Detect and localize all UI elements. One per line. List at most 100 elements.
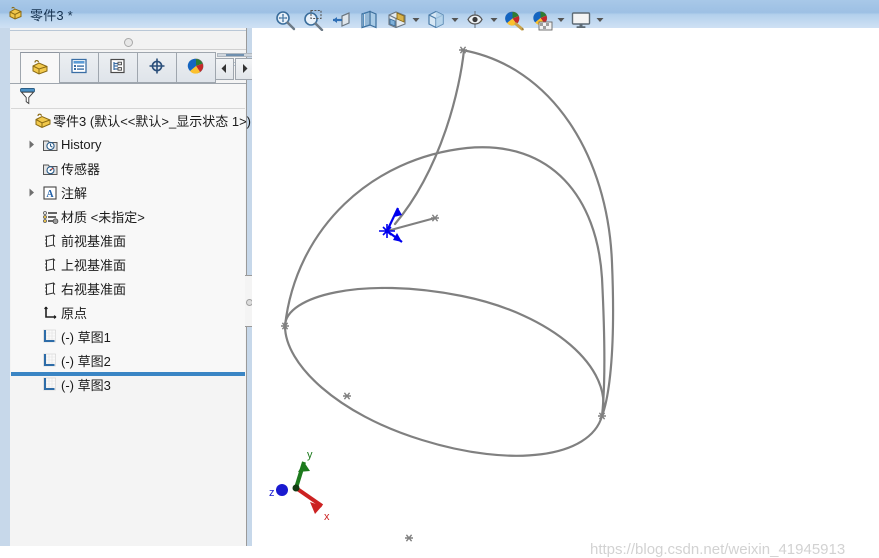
model-origin-marker — [379, 207, 403, 243]
tree-filter-row[interactable] — [11, 84, 245, 109]
tree-item-annotations[interactable]: A 注解 — [11, 181, 257, 204]
tree-item-label: 前视基准面 — [61, 234, 127, 249]
chevron-right-icon — [241, 63, 248, 75]
splitter-handle[interactable] — [124, 38, 133, 47]
view-orientation-icon — [384, 7, 410, 33]
property-list-icon — [70, 58, 88, 77]
chevron-down-icon[interactable] — [449, 7, 460, 33]
previous-view-icon — [328, 7, 354, 33]
sketch-icon — [39, 373, 61, 396]
svg-text:A: A — [46, 189, 54, 200]
tree-item-label: 右视基准面 — [61, 282, 127, 297]
tree-expander — [23, 373, 39, 396]
tree-item-label: 传感器 — [61, 162, 101, 177]
triad-z-label: z — [269, 487, 275, 499]
model-wireframe — [281, 46, 615, 542]
triad-x-label: x — [324, 511, 330, 523]
watermark-text: https://blog.csdn.net/weixin_41945913 — [590, 541, 846, 558]
tab-scroll-indicator — [217, 53, 253, 57]
tree-item-sketch-1[interactable]: (-) 草图1 — [11, 325, 257, 348]
edit-appearance-button[interactable] — [501, 7, 527, 33]
apply-scene-icon — [529, 7, 555, 33]
apply-scene-button[interactable] — [529, 7, 566, 33]
annotations-icon: A — [39, 181, 61, 204]
tree-item-label: (-) 草图3 — [61, 378, 111, 393]
tree-item-label: 原点 — [61, 306, 88, 321]
chevron-down-icon[interactable] — [594, 7, 605, 33]
view-settings-button[interactable] — [568, 7, 605, 33]
sketch-icon — [39, 325, 61, 348]
solidworks-window: 零件3 * 零件3 (默认<<默认>_显示状态 1>) History 传感器 … — [0, 0, 879, 558]
rollback-bar[interactable] — [11, 372, 245, 376]
property-manager-tab[interactable] — [59, 52, 99, 83]
edit-appearance-icon — [501, 7, 527, 33]
manager-tab-strip — [10, 52, 254, 84]
tree-item-label: 材质 <未指定> — [61, 210, 145, 225]
sketch-icon — [39, 349, 61, 372]
tree-item-label: (-) 草图1 — [61, 330, 111, 345]
history-folder-icon — [39, 133, 61, 156]
tree-item-front-plane[interactable]: 前视基准面 — [11, 229, 257, 252]
configuration-manager-tab[interactable] — [98, 52, 138, 83]
tree-item-label: 上视基准面 — [61, 258, 127, 273]
tree-item-label: 注解 — [61, 186, 88, 201]
hide-show-eye-icon — [462, 7, 488, 33]
tree-item-material[interactable]: 材质 <未指定> — [11, 205, 257, 228]
graphics-area[interactable]: y x z https://blog.csdn.net/weixin_41945… — [252, 28, 879, 558]
view-heads-up-toolbar — [272, 6, 605, 34]
part-document-icon — [8, 5, 24, 24]
crosshair-target-icon — [148, 57, 166, 78]
tree-item-sketch-3[interactable]: (-) 草图3 — [11, 373, 257, 396]
window-title: 零件3 * — [30, 7, 73, 23]
expand-arrow-icon[interactable] — [23, 133, 39, 156]
appearance-manager-tab[interactable] — [176, 52, 216, 83]
chevron-down-icon[interactable] — [410, 7, 421, 33]
tree-item-sketch-2[interactable]: (-) 草图2 — [11, 349, 257, 372]
view-orientation-button[interactable] — [384, 7, 421, 33]
origin-icon — [39, 301, 61, 324]
display-style-button[interactable] — [423, 7, 460, 33]
tree-expander — [23, 349, 39, 372]
chevron-down-icon[interactable] — [488, 7, 499, 33]
part-document-icon — [32, 109, 53, 132]
filter-funnel-icon[interactable] — [19, 87, 36, 108]
coordinate-triad: y x z — [269, 449, 330, 523]
tree-expander — [23, 157, 39, 180]
tree-item-right-plane[interactable]: 右视基准面 — [11, 277, 257, 300]
feature-tree: 零件3 (默认<<默认>_显示状态 1>) History 传感器 A 注解 材… — [11, 109, 251, 393]
tab-scroll-left-button[interactable] — [215, 58, 234, 80]
plane-icon — [39, 277, 61, 300]
tree-expander — [23, 205, 39, 228]
expand-arrow-icon[interactable] — [23, 181, 39, 204]
tree-item-history[interactable]: History — [11, 133, 257, 156]
tree-expander — [23, 301, 39, 324]
tree-item-origin[interactable]: 原点 — [11, 301, 257, 324]
tab-nav-buttons — [215, 52, 256, 83]
previous-view-button[interactable] — [328, 7, 354, 33]
plane-icon — [39, 229, 61, 252]
tree-item-part-root[interactable]: 零件3 (默认<<默认>_显示状态 1>) — [11, 109, 251, 132]
tree-item-label: 零件3 (默认<<默认>_显示状态 1>) — [53, 114, 251, 129]
monitor-display-icon — [568, 7, 594, 33]
zoom-to-fit-button[interactable] — [272, 7, 298, 33]
color-ball-icon — [187, 57, 205, 78]
chevron-down-icon[interactable] — [555, 7, 566, 33]
configuration-icon — [109, 58, 127, 77]
tree-expander — [23, 277, 39, 300]
feature-manager-design-tree-tab[interactable] — [20, 52, 60, 84]
zoom-to-area-icon — [300, 7, 326, 33]
section-view-button[interactable] — [356, 7, 382, 33]
tree-item-label: (-) 草图2 — [61, 354, 111, 369]
hide-show-items-button[interactable] — [462, 7, 499, 33]
triad-y-label: y — [307, 449, 313, 461]
tree-item-label: History — [61, 137, 102, 152]
zoom-to-fit-icon — [272, 7, 298, 33]
section-view-icon — [356, 7, 382, 33]
plane-icon — [39, 253, 61, 276]
material-icon — [39, 205, 61, 228]
display-manager-tab[interactable] — [137, 52, 177, 83]
chevron-left-icon — [221, 63, 228, 75]
tree-item-top-plane[interactable]: 上视基准面 — [11, 253, 257, 276]
zoom-to-area-button[interactable] — [300, 7, 326, 33]
tree-item-sensors[interactable]: 传感器 — [11, 157, 257, 180]
